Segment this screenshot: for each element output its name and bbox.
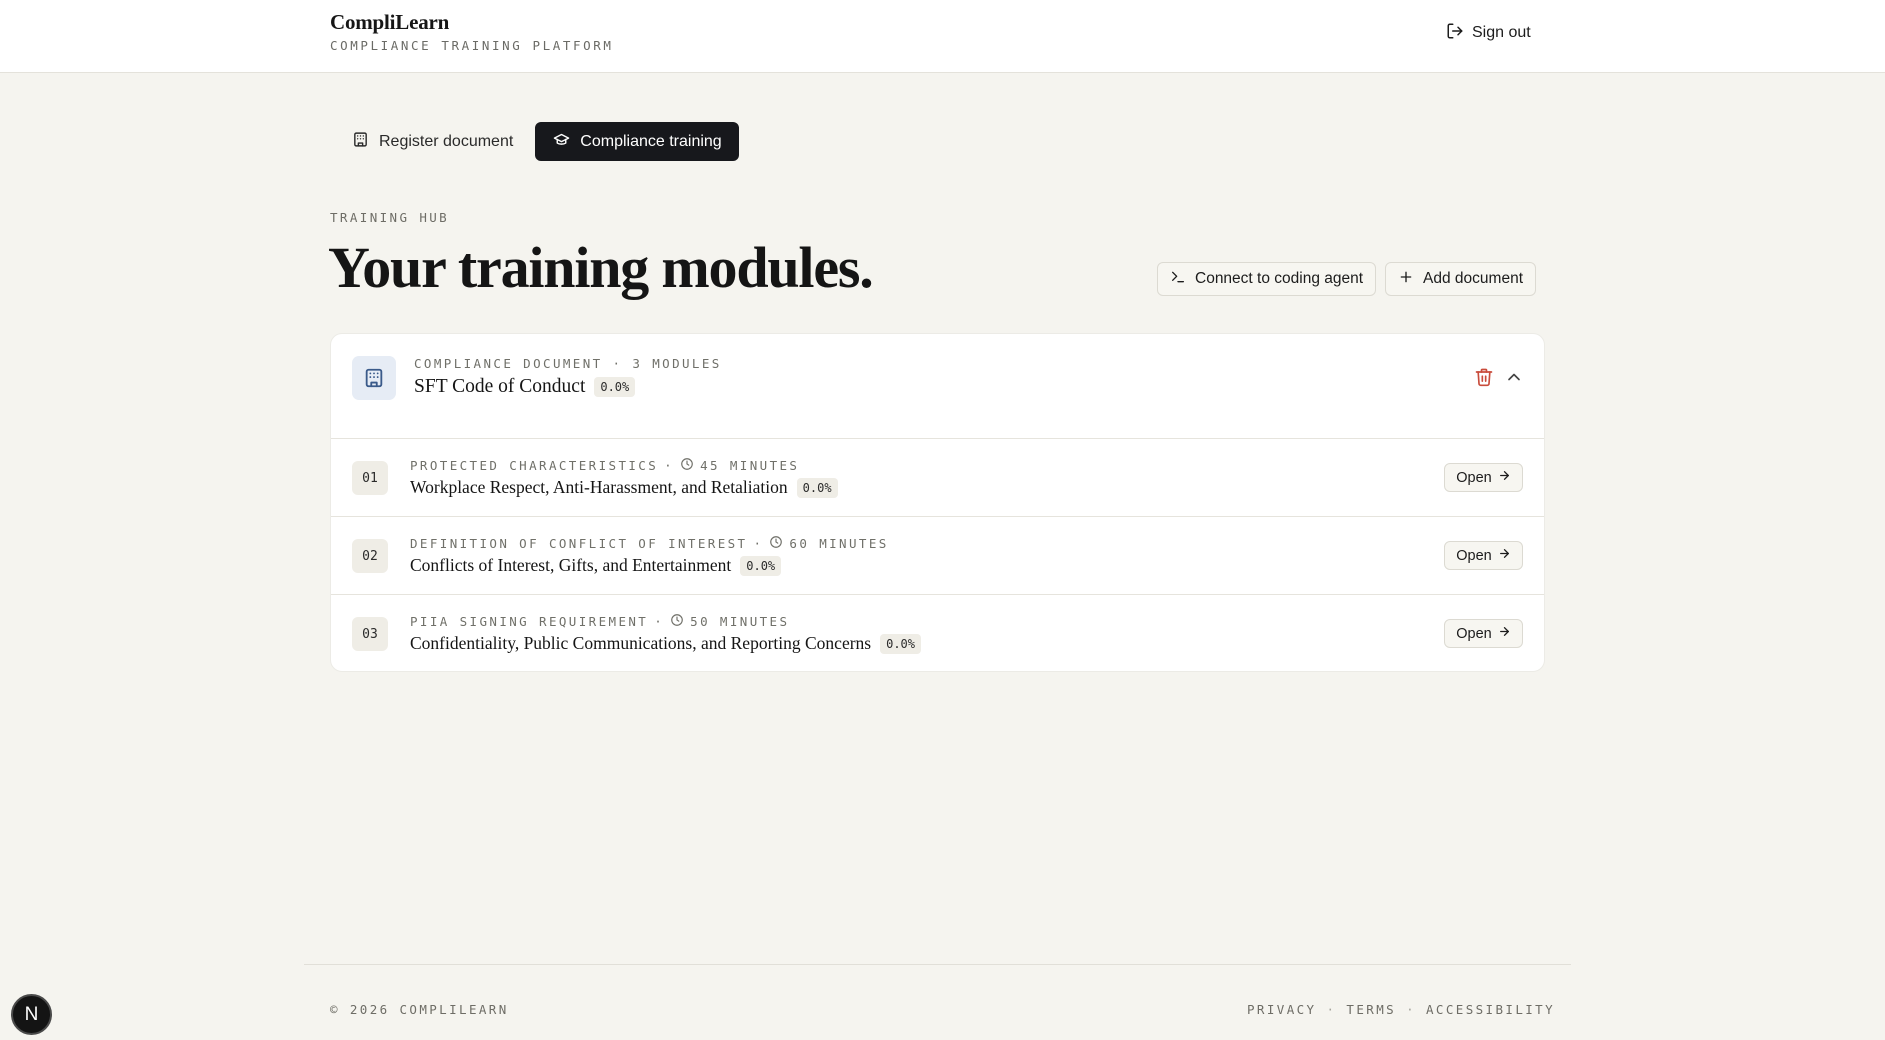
footer-links: PRIVACY · TERMS · ACCESSIBILITY xyxy=(1247,1002,1555,1017)
add-document-label: Add document xyxy=(1423,270,1524,287)
tab-label: Register document xyxy=(379,132,514,150)
dev-tools-badge[interactable]: N xyxy=(11,994,52,1035)
tab-compliance-training[interactable]: Compliance training xyxy=(535,122,739,161)
privacy-link[interactable]: PRIVACY xyxy=(1247,1002,1316,1017)
accessibility-link[interactable]: ACCESSIBILITY xyxy=(1426,1002,1555,1017)
page-title: Your training modules. xyxy=(328,235,874,300)
meta-separator: · xyxy=(654,614,665,629)
arrow-right-icon xyxy=(1498,547,1511,564)
top-bar: CompliLearn COMPLIANCE TRAINING PLATFORM… xyxy=(0,0,1885,73)
module-meta: PIIA SIGNING REQUIREMENT · 50 MINUTES xyxy=(410,613,789,630)
module-duration: 50 MINUTES xyxy=(690,614,790,629)
document-title-row: SFT Code of Conduct 0.0% xyxy=(414,376,636,398)
tab-register-document[interactable]: Register document xyxy=(338,122,531,161)
delete-document-button[interactable] xyxy=(1474,367,1494,387)
open-label: Open xyxy=(1456,625,1492,642)
document-header[interactable]: COMPLIANCE DOCUMENT · 3 MODULES SFT Code… xyxy=(331,334,1544,439)
open-label: Open xyxy=(1456,469,1492,486)
hub-eyebrow: TRAINING HUB xyxy=(330,210,450,225)
module-title: Confidentiality, Public Communications, … xyxy=(410,633,872,653)
trash-icon xyxy=(1475,368,1493,387)
module-title-row: Workplace Respect, Anti-Harassment, and … xyxy=(410,477,838,498)
module-duration: 60 MINUTES xyxy=(789,536,889,551)
module-progress-badge: 0.0% xyxy=(880,633,922,654)
sign-out-label: Sign out xyxy=(1472,24,1531,41)
module-row: 02 DEFINITION OF CONFLICT OF INTEREST · … xyxy=(331,517,1544,595)
module-number: 02 xyxy=(352,539,388,573)
document-title: SFT Code of Conduct xyxy=(414,376,586,397)
main-tabs: Register document Compliance training xyxy=(338,122,739,161)
clock-icon xyxy=(769,535,783,552)
open-module-button[interactable]: Open xyxy=(1444,619,1523,648)
module-meta: DEFINITION OF CONFLICT OF INTEREST · 60 … xyxy=(410,535,889,552)
hub-actions: Connect to coding agent Add document xyxy=(1157,262,1537,296)
footer-separator: · xyxy=(1326,1002,1337,1017)
graduation-cap-icon xyxy=(553,131,570,153)
footer-separator: · xyxy=(1406,1002,1416,1017)
arrow-right-icon xyxy=(1498,469,1511,486)
brand-name: CompliLearn xyxy=(330,10,450,34)
open-module-button[interactable]: Open xyxy=(1444,541,1523,570)
module-progress-badge: 0.0% xyxy=(740,555,782,576)
arrow-right-icon xyxy=(1498,625,1511,642)
brand-tagline: COMPLIANCE TRAINING PLATFORM xyxy=(330,38,614,53)
chevron-up-icon xyxy=(1508,373,1520,381)
connect-label: Connect to coding agent xyxy=(1195,270,1364,287)
module-title-row: Confidentiality, Public Communications, … xyxy=(410,633,922,654)
module-title-row: Conflicts of Interest, Gifts, and Entert… xyxy=(410,555,782,576)
open-label: Open xyxy=(1456,547,1492,564)
open-module-button[interactable]: Open xyxy=(1444,463,1523,492)
module-duration: 45 MINUTES xyxy=(700,458,800,473)
module-topic: DEFINITION OF CONFLICT OF INTEREST xyxy=(410,536,748,551)
copyright: © 2026 COMPLILEARN xyxy=(330,1002,509,1017)
sign-out-icon xyxy=(1446,22,1464,45)
module-meta: PROTECTED CHARACTERISTICS · 45 MINUTES xyxy=(410,457,799,474)
module-title: Conflicts of Interest, Gifts, and Entert… xyxy=(410,555,732,575)
terminal-icon xyxy=(1170,269,1186,290)
building-icon xyxy=(352,131,369,153)
footer-divider xyxy=(304,964,1571,965)
add-document-button[interactable]: Add document xyxy=(1385,262,1537,296)
module-number: 03 xyxy=(352,617,388,651)
terms-link[interactable]: TERMS xyxy=(1346,1002,1396,1017)
plus-icon xyxy=(1398,269,1414,290)
clock-icon xyxy=(680,457,694,474)
document-card: COMPLIANCE DOCUMENT · 3 MODULES SFT Code… xyxy=(330,333,1545,672)
document-meta: COMPLIANCE DOCUMENT · 3 MODULES xyxy=(414,356,722,371)
module-title: Workplace Respect, Anti-Harassment, and … xyxy=(410,477,788,497)
module-topic: PIIA SIGNING REQUIREMENT xyxy=(410,614,649,629)
document-building-icon xyxy=(352,356,396,400)
connect-coding-agent-button[interactable]: Connect to coding agent xyxy=(1157,262,1377,296)
collapse-button[interactable] xyxy=(1504,367,1524,387)
module-progress-badge: 0.0% xyxy=(796,477,838,498)
module-number: 01 xyxy=(352,461,388,495)
module-row: 03 PIIA SIGNING REQUIREMENT · 50 MINUTES… xyxy=(331,595,1544,671)
clock-icon xyxy=(670,613,684,630)
sign-out-button[interactable]: Sign out xyxy=(1446,20,1531,46)
module-topic: PROTECTED CHARACTERISTICS xyxy=(410,458,659,473)
module-row: 01 PROTECTED CHARACTERISTICS · 45 MINUTE… xyxy=(331,439,1544,517)
meta-separator: · xyxy=(753,536,764,551)
brand: CompliLearn COMPLIANCE TRAINING PLATFORM xyxy=(330,10,614,53)
document-progress-badge: 0.0% xyxy=(594,377,636,397)
meta-separator: · xyxy=(664,458,675,473)
tab-label: Compliance training xyxy=(580,132,722,150)
